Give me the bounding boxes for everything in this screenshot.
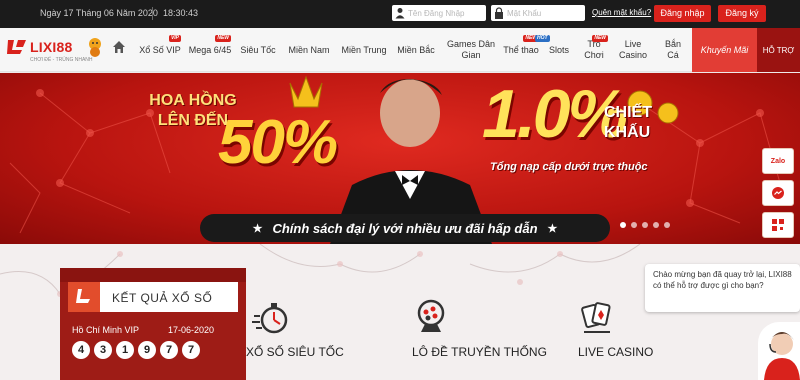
results-title: KẾT QUẢ XỔ SỐ <box>112 291 213 305</box>
nav-item-mien-bac[interactable]: Miền Bắc <box>391 28 441 72</box>
username-field[interactable] <box>392 5 486 21</box>
nav-label: Xổ Số VIP <box>139 44 181 55</box>
lock-icon <box>495 7 503 19</box>
nav-label: Trò Chơi <box>584 39 604 60</box>
vip-badge: VIP <box>168 35 181 42</box>
user-icon <box>395 8 405 19</box>
new-badge: NEW <box>215 35 231 42</box>
result-ball: 4 <box>72 341 90 359</box>
messenger-icon <box>772 187 784 199</box>
carousel-dot[interactable] <box>631 222 637 228</box>
card-title: KẾT QUẢ XỔ SỐ <box>68 282 238 312</box>
support-agent-avatar[interactable] <box>758 322 800 380</box>
banner-chiet-khau: CHIẾT KHẤU <box>604 104 652 141</box>
nav-item-xo-so-vip[interactable]: Xổ Số VIP VIP <box>135 28 185 72</box>
nav-label: Miền Bắc <box>397 44 435 55</box>
username-input[interactable] <box>408 5 484 21</box>
facebook-button[interactable] <box>762 180 794 206</box>
card-header <box>60 268 246 282</box>
forgot-password-link[interactable]: Quên mật khẩu? <box>592 8 651 17</box>
logo-tagline: CHƠI ĐỂ - TRÚNG NHANH <box>30 57 93 63</box>
result-ball: 7 <box>182 341 200 359</box>
nav-item-games-dan-gian[interactable]: Games Dân Gian <box>443 28 499 72</box>
mascot-icon <box>89 38 101 57</box>
page: Ngày 17 Tháng 06 Năm 2020 18:30:43 Quên … <box>0 0 800 380</box>
nav-item-mien-nam[interactable]: Miền Nam <box>281 28 337 72</box>
playing-cards-icon <box>581 302 611 333</box>
nav-label: Live Casino <box>618 39 647 60</box>
support-avatar-icon <box>764 332 800 380</box>
result-ball: 3 <box>94 341 112 359</box>
hot-badge: HOT <box>535 35 550 42</box>
nav-item-live-casino[interactable]: Live Casino <box>614 28 652 72</box>
star-icon: ★ <box>252 222 263 235</box>
banner-50-percent: 50% <box>218 108 338 177</box>
stopwatch-icon <box>252 303 288 334</box>
zalo-button[interactable]: Zalo <box>762 148 794 174</box>
nav-item-ho-tro[interactable]: HỖ TRỢ <box>757 28 800 72</box>
chat-popup[interactable]: Chào mừng bạn đã quay trở lại, LIXI88 có… <box>645 264 800 312</box>
password-input[interactable] <box>507 5 583 21</box>
category-label: LÔ ĐỀ TRUYỀN THỐNG <box>412 345 547 359</box>
banner-tong-nap: Tổng nạp cấp dưới trực thuộc <box>490 161 648 173</box>
category-lo-de-truyen-thong[interactable]: LÔ ĐỀ TRUYỀN THỐNG <box>412 298 562 359</box>
register-button[interactable]: Đăng ký <box>718 5 766 22</box>
lottery-machine-icon <box>417 299 445 332</box>
logo-mark-icon <box>7 40 26 54</box>
new-badge: NEW <box>592 35 608 42</box>
nav-label: Siêu Tốc <box>240 44 276 55</box>
nav-label: Games Dân Gian <box>446 39 496 60</box>
login-button[interactable]: Đăng nhập <box>654 5 711 22</box>
carousel-dot[interactable] <box>664 222 670 228</box>
nav-item-sieu-toc[interactable]: Siêu Tốc <box>235 28 281 72</box>
main-nav: LIXI88 CHƠI ĐỂ - TRÚNG NHANH Xổ Số VIP V… <box>0 28 800 72</box>
nav-item-the-thao[interactable]: Thể thao NEW <box>503 28 539 72</box>
carousel-dot[interactable] <box>653 222 659 228</box>
nav-item-slots[interactable]: Slots HOT <box>535 28 577 72</box>
home-icon[interactable] <box>112 40 126 54</box>
password-field[interactable] <box>491 5 585 21</box>
nav-label: Mega 6/45 <box>188 44 232 55</box>
star-icon: ★ <box>547 222 558 235</box>
nav-item-tro-choi[interactable]: Trò Chơi NEW <box>580 28 608 72</box>
logo-text: LIXI88 <box>30 39 73 55</box>
zalo-icon: Zalo <box>770 157 786 165</box>
result-ball: 7 <box>160 341 178 359</box>
nav-item-mien-trung[interactable]: Miền Trung <box>337 28 391 72</box>
result-ball: 1 <box>116 341 134 359</box>
nav-label: Miền Trung <box>341 44 387 55</box>
qr-button[interactable] <box>762 212 794 238</box>
nav-item-ban-ca[interactable]: Bắn Cá <box>658 28 688 72</box>
top-bar: Ngày 17 Tháng 06 Năm 2020 18:30:43 Quên … <box>0 0 800 28</box>
carousel-dots <box>620 222 670 228</box>
carousel-dot[interactable] <box>620 222 626 228</box>
category-label: XỔ SỐ SIÊU TỐC <box>246 345 344 359</box>
divider <box>152 7 153 20</box>
nav-label: Bắn Cá <box>664 39 681 60</box>
nav-item-khuyen-mai[interactable]: Khuyến Mãi <box>692 28 757 72</box>
logo-badge <box>68 282 100 312</box>
nav-item-mega[interactable]: Mega 6/45 NEW <box>185 28 235 72</box>
nav-label: Slots <box>548 44 569 55</box>
lottery-results-card[interactable]: KẾT QUẢ XỔ SỐ Hồ Chí Minh VIP 17-06-2020… <box>60 268 246 380</box>
nav-label: Miền Nam <box>288 44 330 55</box>
results-region: Hồ Chí Minh VIP <box>72 325 140 335</box>
result-numbers: 4 3 1 9 7 7 <box>72 341 200 359</box>
current-date: Ngày 17 Tháng 06 Năm 2020 <box>40 8 158 18</box>
slogan-text: Chính sách đại lý với nhiều ưu đãi hấp d… <box>272 220 538 236</box>
results-date: 17-06-2020 <box>168 325 215 335</box>
logo-mark-icon <box>76 289 90 303</box>
banner-slogan: ★ Chính sách đại lý với nhiều ưu đãi hấp… <box>200 214 610 242</box>
logo[interactable]: LIXI88 CHƠI ĐỂ - TRÚNG NHANH <box>6 34 106 66</box>
category-xo-so-sieu-toc[interactable]: XỔ SỐ SIÊU TỐC <box>246 298 366 359</box>
current-time: 18:30:43 <box>163 8 199 18</box>
qr-icon <box>772 219 784 231</box>
category-label: LIVE CASINO <box>578 345 654 359</box>
result-ball: 9 <box>138 341 156 359</box>
carousel-dot[interactable] <box>642 222 648 228</box>
promo-banner[interactable]: HOA HỒNG LÊN ĐẾN 50% 1.0% CHIẾT KHẤU Tổn… <box>0 73 800 244</box>
nav-label: Thể thao <box>503 44 539 55</box>
